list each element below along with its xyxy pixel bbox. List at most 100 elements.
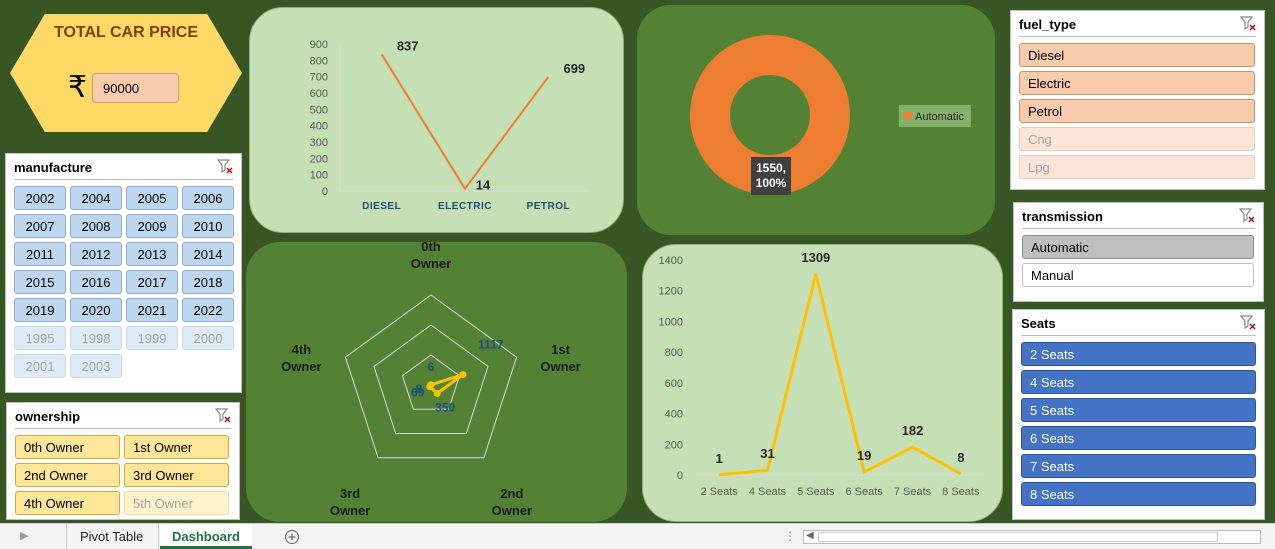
radar-category-label: 1st xyxy=(551,342,570,357)
ownership-radar-panel: 0th Owner 1st Owner 2nd Owner 3rd Owner 4th Owner… xyxy=(246,239,627,522)
tab-dashboard[interactable]: Dashboard xyxy=(160,524,252,549)
data-label: 182 xyxy=(902,423,924,438)
transmission-button[interactable]: Automatic xyxy=(1022,235,1254,259)
ownership-button[interactable]: 2nd Owner xyxy=(15,463,120,487)
fuel-button[interactable]: Lpg xyxy=(1019,155,1255,179)
ownership-button[interactable]: 1st Owner xyxy=(124,435,229,459)
radar-grid-ring xyxy=(373,324,489,435)
y-tick-label: 600 xyxy=(310,88,328,100)
transmission-button[interactable]: Manual xyxy=(1022,263,1254,287)
slicer-header: transmission xyxy=(1022,203,1255,229)
add-sheet-icon[interactable] xyxy=(284,529,300,545)
year-button[interactable]: 2017 xyxy=(126,270,178,294)
radar-data-label: 350 xyxy=(435,400,455,414)
seat-button[interactable]: 2 Seats xyxy=(1021,342,1256,366)
scroll-left-arrow-icon[interactable]: ◀ xyxy=(806,530,814,541)
x-tick-label: 8 Seats xyxy=(942,486,980,498)
x-tick-label: ELECTRIC xyxy=(438,201,492,212)
fuel-button[interactable]: Cng xyxy=(1019,127,1255,151)
year-button[interactable]: 2009 xyxy=(126,214,178,238)
x-tick-label: 6 Seats xyxy=(846,486,884,498)
radar-point xyxy=(433,389,441,397)
data-label: 14 xyxy=(476,178,491,193)
fuel-button[interactable]: Electric xyxy=(1019,71,1255,95)
clear-filter-icon[interactable] xyxy=(1240,314,1256,330)
ownership-button[interactable]: 0th Owner xyxy=(15,435,120,459)
tab-pivot-table[interactable]: Pivot Table xyxy=(68,524,155,549)
year-button[interactable]: 2006 xyxy=(182,186,234,210)
x-tick-label: DIESEL xyxy=(362,201,401,212)
year-button[interactable]: 2019 xyxy=(14,298,66,322)
clear-filter-icon[interactable] xyxy=(215,407,231,423)
series-line xyxy=(719,273,962,477)
fuel-button[interactable]: Petrol xyxy=(1019,99,1255,123)
seat-buttons: 2 Seats 4 Seats 5 Seats 6 Seats 7 Seats 8 Sea… xyxy=(1013,336,1264,512)
year-button[interactable]: 2022 xyxy=(182,298,234,322)
tab-divider xyxy=(66,524,67,549)
fuel-buttons: Diesel Electric Petrol Cng Lpg xyxy=(1011,37,1264,185)
y-tick-label: 500 xyxy=(310,104,328,116)
clear-filter-icon[interactable] xyxy=(217,158,233,174)
year-button[interactable]: 2007 xyxy=(14,214,66,238)
seat-button[interactable]: 6 Seats xyxy=(1021,426,1256,450)
year-button[interactable]: 2004 xyxy=(70,186,122,210)
year-button[interactable]: 2012 xyxy=(70,242,122,266)
data-label: 837 xyxy=(397,38,419,53)
year-button[interactable]: 2005 xyxy=(126,186,178,210)
ownership-button[interactable]: 4th Owner xyxy=(15,491,120,515)
slicer-title: manufacture xyxy=(14,160,93,175)
seat-button[interactable]: 5 Seats xyxy=(1021,398,1256,422)
tab-divider xyxy=(158,524,159,549)
year-button[interactable]: 2021 xyxy=(126,298,178,322)
year-button[interactable]: 2011 xyxy=(14,242,66,266)
data-label: 699 xyxy=(563,61,585,76)
year-button[interactable]: 2003 xyxy=(70,354,122,378)
year-button[interactable]: 2000 xyxy=(182,326,234,350)
year-button[interactable]: 2010 xyxy=(182,214,234,238)
horizontal-scrollbar[interactable]: ◀ xyxy=(803,530,1261,544)
radar-category-label: Owner xyxy=(540,359,580,374)
scroll-left-icon[interactable]: ▶ xyxy=(20,529,28,542)
year-button[interactable]: 2008 xyxy=(70,214,122,238)
year-button[interactable]: 1998 xyxy=(70,326,122,350)
clear-filter-icon[interactable] xyxy=(1239,207,1255,223)
x-tick-label: PETROL xyxy=(527,201,571,212)
radar-category-label: Owner xyxy=(492,503,532,518)
seat-button[interactable]: 7 Seats xyxy=(1021,454,1256,478)
radar-data-label: 6 xyxy=(428,360,435,374)
radar-category-label: 0th xyxy=(421,242,441,254)
total-price-value[interactable]: 90000 xyxy=(92,73,179,103)
year-button[interactable]: 1999 xyxy=(126,326,178,350)
radar-point xyxy=(427,381,435,389)
y-tick-label: 400 xyxy=(310,121,328,133)
year-button[interactable]: 2013 xyxy=(126,242,178,266)
year-button[interactable]: 2020 xyxy=(70,298,122,322)
y-tick-label: 0 xyxy=(322,186,328,198)
x-tick-label: 4 Seats xyxy=(749,486,787,498)
splitter-handle-icon[interactable]: ⋮ xyxy=(784,529,796,543)
year-button[interactable]: 2015 xyxy=(14,270,66,294)
seat-button[interactable]: 8 Seats xyxy=(1021,482,1256,506)
clear-filter-icon[interactable] xyxy=(1240,15,1256,31)
transmission-buttons: Automatic Manual xyxy=(1014,229,1263,293)
year-button[interactable]: 2016 xyxy=(70,270,122,294)
ownership-button[interactable]: 3rd Owner xyxy=(124,463,229,487)
seat-button[interactable]: 4 Seats xyxy=(1021,370,1256,394)
y-tick-label: 100 xyxy=(310,170,328,182)
ownership-button[interactable]: 5th Owner xyxy=(124,491,229,515)
year-button[interactable]: 2018 xyxy=(182,270,234,294)
data-label: 8 xyxy=(957,450,964,465)
scrollbar-thumb[interactable] xyxy=(818,532,1218,542)
seats-price-chart: 0 200 400 600 800 1000 1200 1400 2 Seats 4 Seats 5… xyxy=(659,250,985,498)
year-button[interactable]: 2001 xyxy=(14,354,66,378)
year-button[interactable]: 1995 xyxy=(14,326,66,350)
year-button[interactable]: 2014 xyxy=(182,242,234,266)
year-button[interactable]: 2002 xyxy=(14,186,66,210)
y-tick-label: 1000 xyxy=(659,316,683,328)
y-tick-label: 900 xyxy=(310,39,328,51)
data-label: 1550, xyxy=(756,161,786,175)
ownership-slicer: ownership 0th Owner 1st Owner 2nd Owner 3rd… xyxy=(6,402,240,520)
fuel-button[interactable]: Diesel xyxy=(1019,43,1255,67)
series-line xyxy=(380,53,550,191)
fuel-type-slicer: fuel_type Diesel Electric Petrol Cng Lpg xyxy=(1010,10,1265,190)
